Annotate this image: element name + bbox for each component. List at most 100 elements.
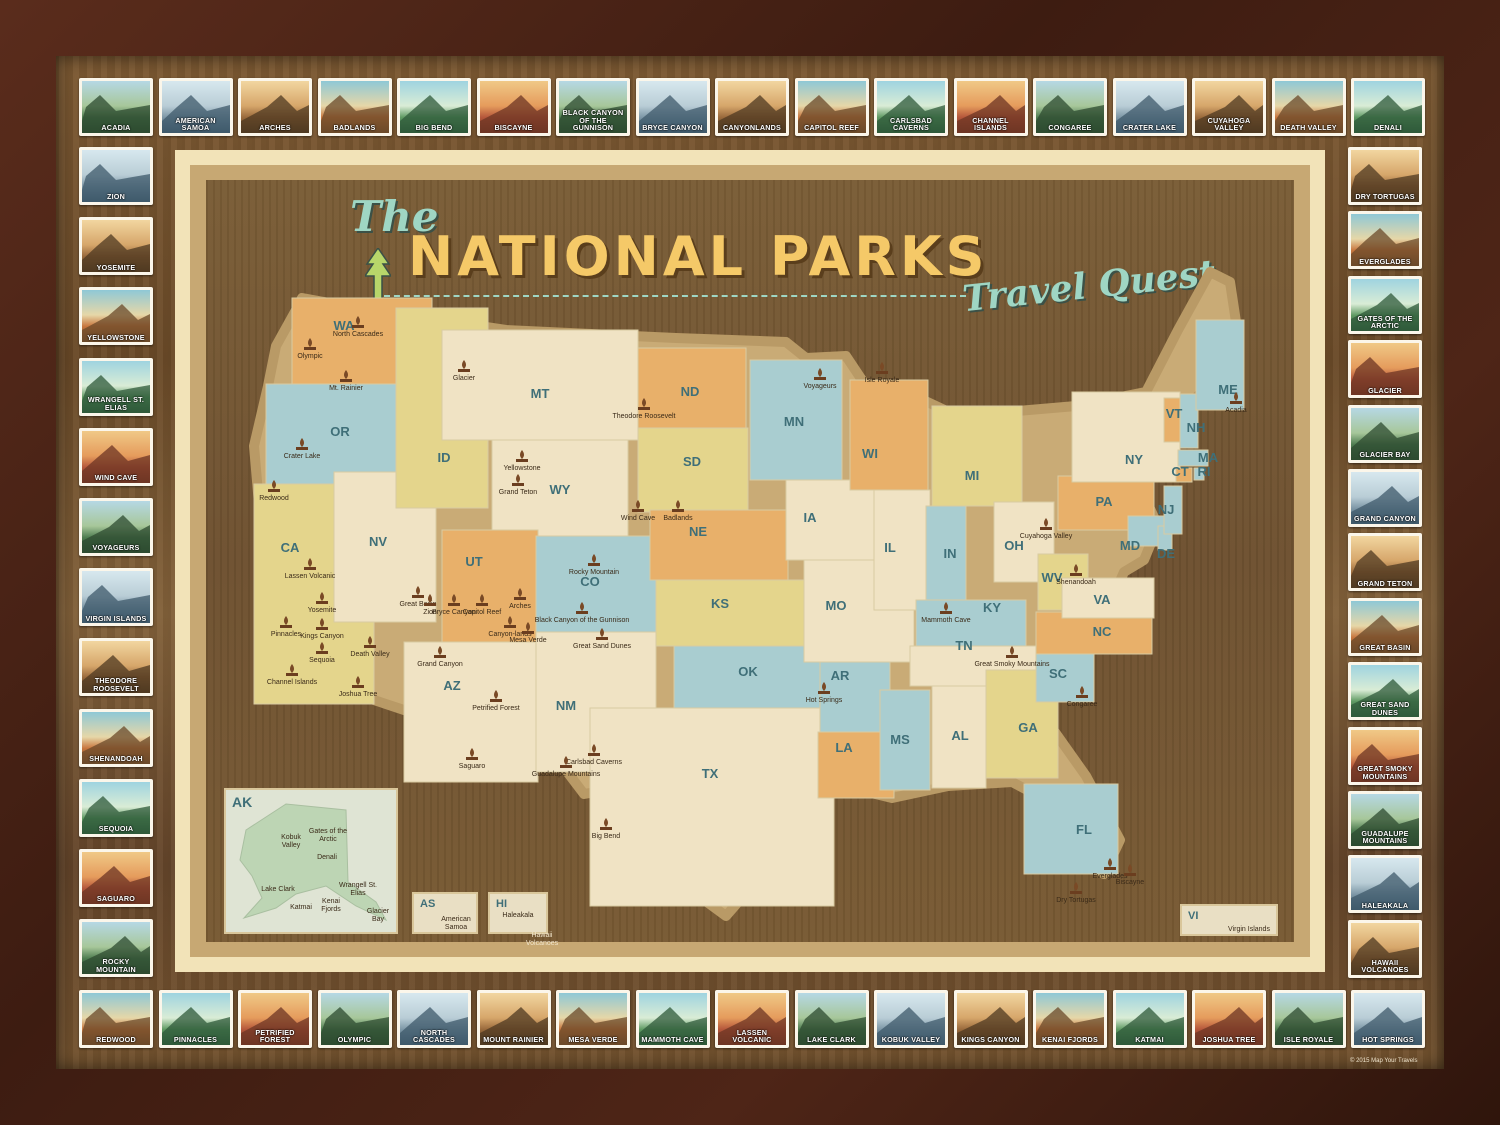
stamp-biscayne: BISCAYNE (476, 78, 551, 136)
stamp-label: KATMAI (1135, 1035, 1164, 1045)
stamp-glacier: GLACIER (1348, 340, 1422, 399)
park-label: Katmai (290, 904, 312, 911)
stamp-illustration: VOYAGEURS (82, 501, 150, 553)
stamp-illustration: THEODORE ROOSEVELT (82, 641, 150, 694)
stamp-guadalupe-mountains: GUADALUPE MOUNTAINS (1348, 791, 1422, 849)
stamp-great-smoky-mountains: GREAT SMOKY MOUNTAINS (1348, 726, 1422, 785)
stamp-lassen-volcanic: LASSEN VOLCANIC (715, 990, 789, 1048)
park-label: Guadalupe Mountains (532, 771, 601, 778)
stamp-illustration: ZION (82, 150, 150, 202)
state-label-mt: MT (531, 386, 550, 401)
park-label: Cuyahoga Valley (1020, 533, 1073, 540)
stamp-illustration: GRAND CANYON (1351, 472, 1419, 524)
stamp-crater-lake: CRATER LAKE (1112, 78, 1187, 136)
state-label-ar: AR (831, 668, 850, 683)
stamp-label: GLACIER BAY (1359, 450, 1411, 459)
stamp-illustration: CAPITOL REEF (797, 81, 866, 133)
stamp-label: REDWOOD (96, 1035, 136, 1045)
stamp-shenandoah: SHENANDOAH (79, 708, 153, 767)
stamp-illustration: REDWOOD (82, 993, 150, 1045)
state-label-fl: FL (1076, 822, 1092, 837)
park-label: Channel Islands (267, 679, 318, 686)
stamp-illustration: EVERGLADES (1351, 214, 1419, 267)
stamp-petrified-forest: PETRIFIED FOREST (238, 990, 312, 1048)
stamp-illustration: ARCHES (241, 81, 309, 133)
stamp-illustration: SAGUARO (82, 852, 150, 904)
inset-label-hi: HI (496, 898, 507, 910)
stamp-mount-rainier: MOUNT RAINIER (476, 990, 551, 1048)
state-label-ut: UT (465, 554, 482, 569)
stamp-illustration: GATES OF THE ARCTIC (1351, 278, 1419, 331)
stamp-illustration: BRYCE CANYON (638, 81, 707, 133)
stamp-wind-cave: WIND CAVE (79, 427, 153, 486)
state-label-va: VA (1093, 592, 1111, 607)
park-label: North Cascades (333, 331, 384, 338)
state-label-mn: MN (784, 414, 804, 429)
state-label-sc: SC (1049, 666, 1068, 681)
stamp-big-bend: BIG BEND (397, 78, 471, 136)
stamp-illustration: LAKE CLARK (797, 993, 866, 1045)
stamp-label: SHENANDOAH (89, 754, 143, 763)
stamp-label: LASSEN VOLCANIC (732, 1027, 772, 1045)
stamp-cuyahoga-valley: CUYAHOGA VALLEY (1192, 78, 1266, 136)
state-sd (637, 427, 749, 513)
state-label-oh: OH (1004, 538, 1024, 553)
park-label: Capitol Reef (463, 609, 502, 616)
stamp-illustration: WIND CAVE (82, 430, 150, 483)
state-label-nj: NJ (1158, 502, 1175, 517)
stamp-illustration: GLACIER (1351, 343, 1419, 396)
state-label-ok: OK (738, 664, 758, 679)
stamp-label: KOBUK VALLEY (881, 1035, 941, 1045)
stamp-haleakala: HALEAKALA (1348, 855, 1422, 914)
stamp-kings-canyon: KINGS CANYON (953, 990, 1028, 1048)
stamp-illustration: GREAT SMOKY MOUNTAINS (1351, 729, 1419, 782)
park-label: Pinnacles (271, 631, 302, 638)
stamp-label: OLYMPIC (337, 1035, 372, 1045)
stamp-label: ISLE ROYALE (1283, 1035, 1334, 1045)
park-label: Virgin Islands (1228, 926, 1270, 933)
stamp-label: GRAND TETON (1357, 578, 1413, 588)
stamp-canyonlands: CANYONLANDS (715, 78, 789, 136)
state-label-nv: NV (369, 534, 387, 549)
park-label: Kings Canyon (300, 633, 344, 640)
stamp-isle-royale: ISLE ROYALE (1271, 990, 1346, 1048)
stamp-label: GREAT SMOKY MOUNTAINS (1357, 764, 1413, 781)
stamp-label: LAKE CLARK (807, 1035, 856, 1045)
state-label-la: LA (835, 740, 853, 755)
campfire-icon (876, 362, 888, 374)
stamp-label: NORTH CASCADES (413, 1027, 455, 1045)
stamp-everglades: EVERGLADES (1348, 211, 1422, 270)
park-label: Mt. Rainier (329, 385, 364, 392)
park-label: Yellowstone (503, 465, 540, 472)
stamp-illustration: SHENANDOAH (82, 711, 150, 764)
state-label-nd: ND (681, 384, 700, 399)
stamp-illustration: HAWAII VOLCANOES (1351, 922, 1419, 975)
stamp-illustration: DEATH VALLEY (1274, 81, 1343, 133)
stamp-illustration: GREAT BASIN (1351, 600, 1419, 653)
state-label-or: OR (330, 424, 350, 439)
park-label: Wind Cave (621, 515, 655, 522)
stamp-label: HOT SPRINGS (1362, 1035, 1414, 1045)
park-label: Hot Springs (806, 697, 843, 704)
stamp-dry-tortugas: DRY TORTUGAS (1348, 147, 1422, 205)
stamp-illustration: BLACK CANYON OF THE GUNNISON (559, 81, 627, 133)
stamp-illustration: KENAI FJORDS (1036, 993, 1104, 1045)
stamp-label: GRAND CANYON (1354, 514, 1416, 524)
park-label: Badlands (663, 515, 693, 522)
stamp-label: WIND CAVE (94, 473, 138, 483)
stamp-label: DENALI (1374, 123, 1402, 133)
park-label: Rocky Mountain (569, 569, 619, 576)
park-label: Carlsbad Caverns (566, 759, 623, 766)
stamp-illustration: GUADALUPE MOUNTAINS (1351, 794, 1419, 846)
park-label: Sequoia (309, 657, 335, 664)
state-label-ks: KS (711, 596, 729, 611)
inset-label-as: AS (420, 898, 436, 910)
stamp-label: PINNACLES (173, 1035, 218, 1045)
park-label: Arches (509, 603, 531, 610)
state-mi (931, 405, 1023, 507)
stamp-label: BADLANDS (333, 123, 376, 133)
park-label: Dry Tortugas (1056, 897, 1096, 904)
state-label-ma: MA (1198, 450, 1219, 465)
park-label: Joshua Tree (339, 691, 378, 698)
park-label: Grand Teton (499, 489, 538, 496)
